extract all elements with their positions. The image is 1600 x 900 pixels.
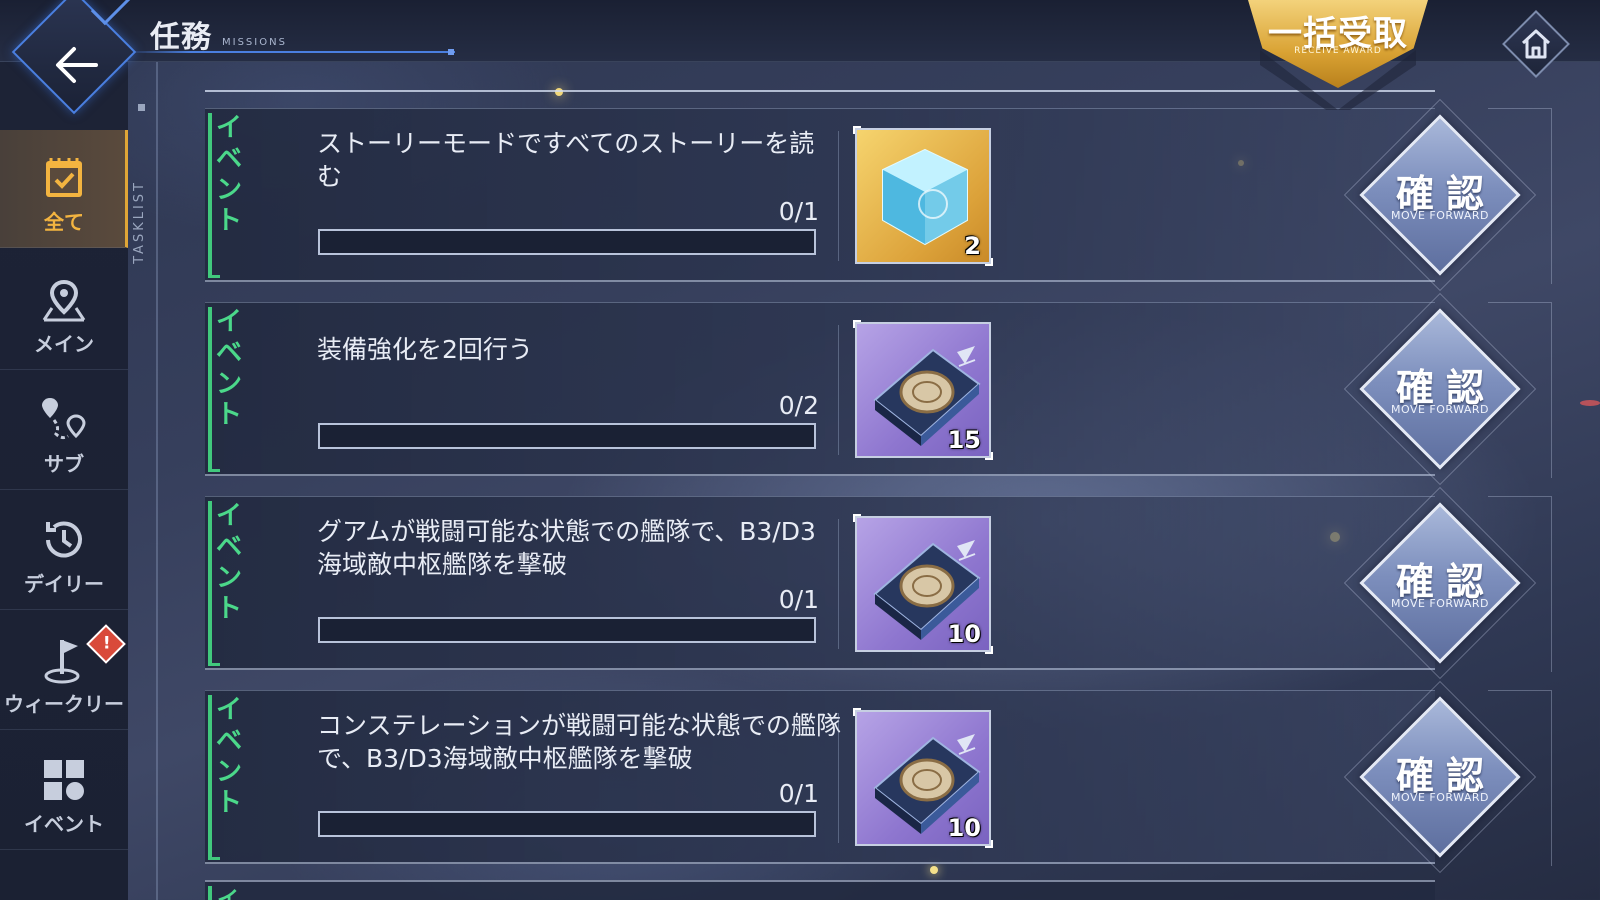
sidebar-item-label: ウィークリー — [4, 692, 124, 716]
reward-corner — [853, 126, 861, 134]
sidebar-item-weekly[interactable]: ! ウィークリー — [0, 612, 128, 730]
mission-category: イ — [217, 882, 239, 900]
tasklist-marker — [138, 104, 145, 111]
sidebar-item-label: デイリー — [24, 572, 104, 596]
reward-item[interactable]: 10 — [853, 708, 993, 848]
tasklist-label: TASKLIST — [132, 180, 147, 264]
mission-description: コンステレーションが戦闘可能な状態での艦隊で、B3/D3海域敵中枢艦隊を撃破 — [317, 711, 842, 773]
reward-quantity: 10 — [947, 814, 981, 842]
bg-sparkle — [930, 866, 938, 874]
mission-description: 装備強化を2回行う — [317, 335, 533, 364]
mission-progress-text: 0/2 — [778, 391, 819, 420]
mission-progress-text: 0/1 — [778, 585, 819, 614]
confirm-sublabel: MOVE FORWARD — [1390, 209, 1490, 222]
confirm-sublabel: MOVE FORWARD — [1390, 791, 1490, 804]
page-subtitle: MISSIONS — [222, 37, 287, 48]
mission-category: イベント — [215, 695, 242, 818]
category-bar-foot — [208, 857, 220, 860]
mission-category: イベント — [215, 307, 242, 430]
mission-progress-text: 0/1 — [778, 779, 819, 808]
sidebar-item-label: サブ — [44, 452, 84, 476]
clock-history-icon — [46, 521, 82, 558]
alert-badge: ! — [86, 624, 126, 664]
alert-badge-mark: ! — [102, 633, 111, 654]
confirm-button[interactable]: 確認 MOVE FORWARD — [1342, 485, 1538, 681]
map-pin-icon — [42, 279, 86, 322]
confirm-button[interactable]: 確認 MOVE FORWARD — [1342, 679, 1538, 875]
back-button[interactable] — [11, 0, 137, 126]
mission-progress-text: 0/1 — [778, 197, 819, 226]
category-bar-foot — [208, 275, 220, 278]
reward-item[interactable]: 10 — [853, 514, 993, 654]
mission-divider — [838, 131, 839, 261]
flag-icon — [44, 640, 80, 684]
confirm-button[interactable]: 確認 MOVE FORWARD — [1342, 97, 1538, 293]
confirm-button[interactable]: 確認 MOVE FORWARD — [1342, 291, 1538, 487]
event-grid-icon — [44, 760, 84, 800]
mission-row-partial: イ — [205, 880, 1435, 900]
receive-all-button[interactable]: 一括受取 RECEIVE AWARD — [1248, 0, 1428, 110]
receive-all-sublabel: RECEIVE AWARD — [1294, 46, 1382, 56]
mission-progress-bar — [318, 617, 816, 643]
mission-category: イベント — [215, 113, 242, 236]
mission-row: イベント ストーリーモードですべてのストーリーを読む 0/1 2 — [205, 108, 1435, 282]
title-underline — [125, 51, 455, 53]
home-button[interactable] — [1500, 8, 1572, 80]
reward-item[interactable]: 2 — [853, 126, 993, 266]
mission-divider — [838, 519, 839, 649]
bg-sparkle — [1580, 400, 1600, 406]
category-sidebar: 全て メイン サブ デイリー ! ウィークリー イベント — [0, 62, 128, 900]
home-icon — [1521, 29, 1551, 59]
sidebar-item-daily[interactable]: デイリー — [0, 492, 128, 610]
reward-corner — [853, 320, 861, 328]
confirm-sublabel: MOVE FORWARD — [1390, 597, 1490, 610]
mission-divider — [838, 325, 839, 455]
mission-description: ストーリーモードですべてのストーリーを読む — [317, 129, 815, 191]
confirm-sublabel: MOVE FORWARD — [1390, 403, 1490, 416]
reward-item[interactable]: 15 — [853, 320, 993, 460]
mission-progress-bar — [318, 423, 816, 449]
sidebar-item-label: メイン — [34, 332, 94, 356]
mission-row: イベント グアムが戦闘可能な状態での艦隊で、B3/D3海域敵中枢艦隊を撃破 0/… — [205, 496, 1435, 670]
mission-description: グアムが戦闘可能な状態での艦隊で、B3/D3海域敵中枢艦隊を撃破 — [317, 517, 816, 579]
tasklist-rail: TASKLIST — [128, 62, 158, 900]
page-title: 任務 — [150, 20, 212, 55]
mission-progress-bar — [318, 229, 816, 255]
reward-corner — [853, 514, 861, 522]
sidebar-item-label: イベント — [24, 812, 104, 836]
mission-row: イベント コンステレーションが戦闘可能な状態での艦隊で、B3/D3海域敵中枢艦隊… — [205, 690, 1435, 864]
mission-progress-bar — [318, 811, 816, 837]
reward-quantity: 15 — [947, 426, 981, 454]
sidebar-item-label: 全て — [44, 210, 84, 234]
reward-quantity: 10 — [947, 620, 981, 648]
category-bar — [208, 113, 212, 277]
mission-category: イベント — [215, 501, 242, 624]
category-bar — [208, 695, 212, 859]
sidebar-item-all[interactable]: 全て — [0, 130, 128, 248]
category-bar-foot — [208, 663, 220, 666]
category-bar-foot — [208, 469, 220, 472]
calendar-check-icon — [46, 158, 82, 197]
mission-row: イベント 装備強化を2回行う 0/2 15 — [205, 302, 1435, 476]
sidebar-item-sub[interactable]: サブ — [0, 372, 128, 490]
category-bar — [208, 501, 212, 665]
title-underline-dot — [448, 49, 454, 55]
route-pins-icon — [42, 398, 86, 440]
sidebar-item-main[interactable]: メイン — [0, 252, 128, 370]
category-bar — [208, 886, 212, 900]
reward-corner — [853, 708, 861, 716]
list-top-divider — [205, 90, 1435, 92]
category-bar — [208, 307, 212, 471]
mission-divider — [838, 713, 839, 843]
sidebar-item-event[interactable]: イベント — [0, 732, 128, 850]
arrow-left-icon — [56, 47, 98, 83]
reward-quantity: 2 — [964, 232, 981, 260]
